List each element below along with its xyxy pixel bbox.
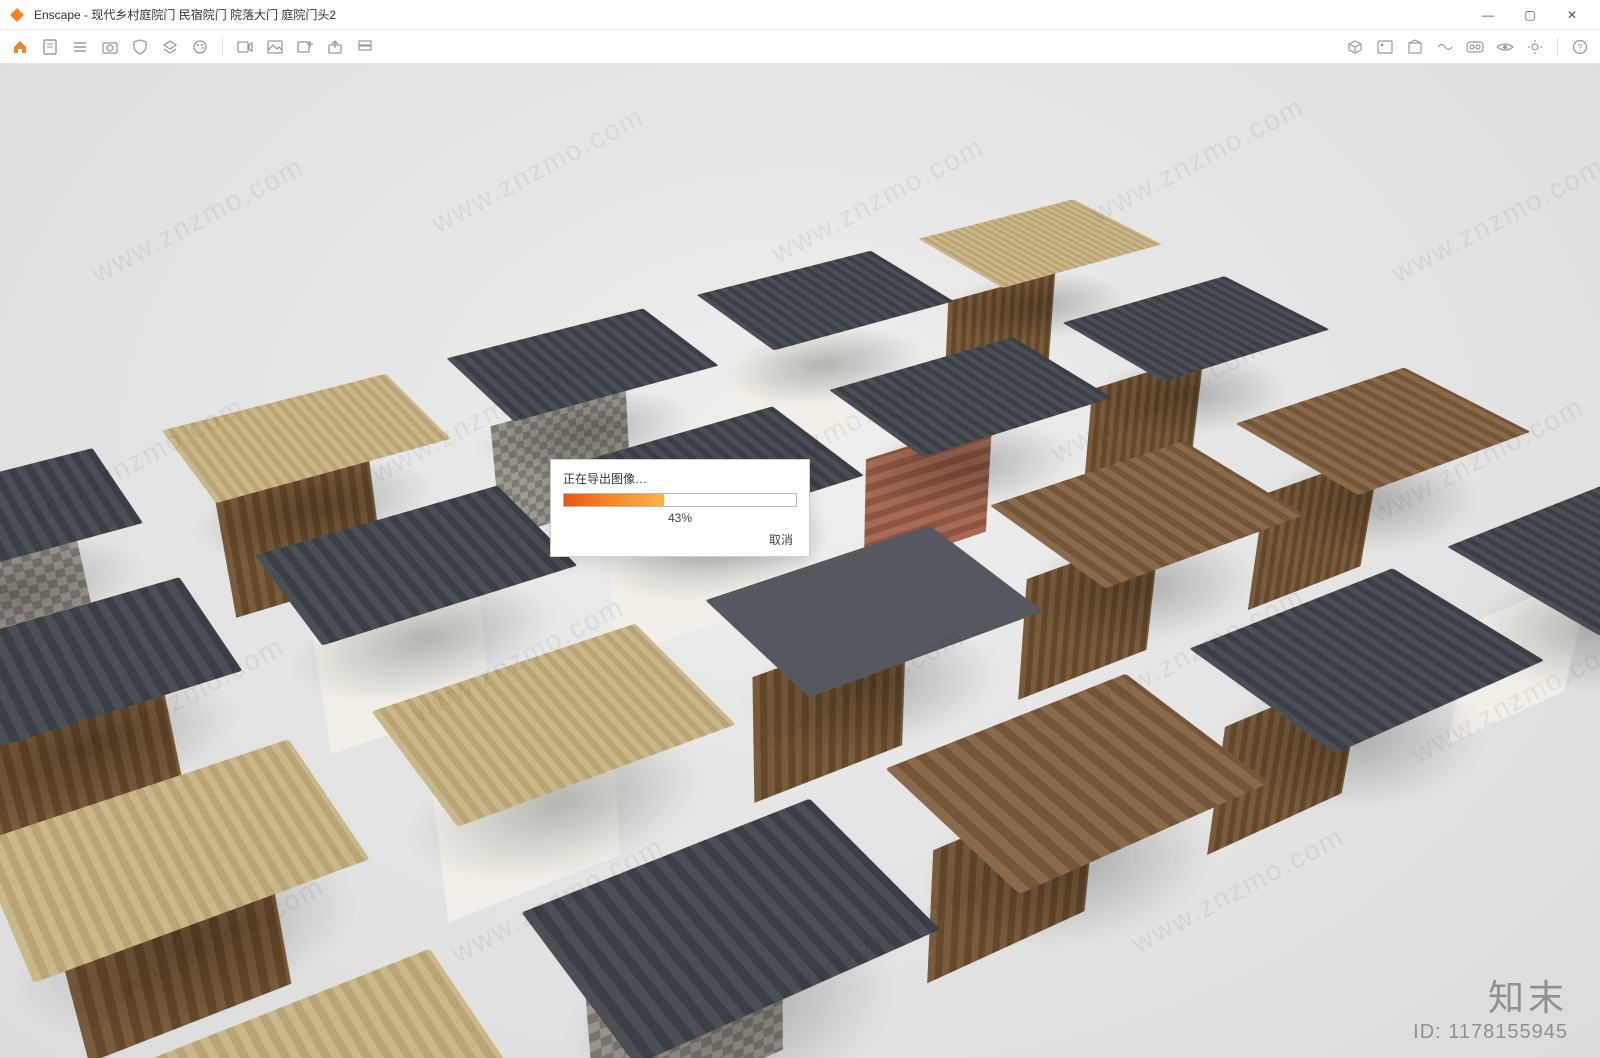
shield-icon[interactable] <box>128 35 152 59</box>
export-icon[interactable] <box>323 35 347 59</box>
document-icon[interactable] <box>38 35 62 59</box>
export-progress-dialog: 正在导出图像… 43% 取消 <box>550 459 810 557</box>
progress-bar <box>563 493 797 507</box>
eye-icon[interactable] <box>1493 35 1517 59</box>
gate-roof <box>918 199 1162 288</box>
scene-3d <box>0 64 1600 1058</box>
cancel-button[interactable]: 取消 <box>765 531 797 549</box>
close-button[interactable]: ✕ <box>1552 1 1592 29</box>
app-logo-icon <box>8 6 26 24</box>
layers-icon[interactable] <box>158 35 182 59</box>
toolbar-separator <box>222 38 223 56</box>
toolbar: ? <box>0 30 1600 64</box>
gate-roof <box>697 250 954 350</box>
progress-fill <box>564 494 664 506</box>
settings-stack-icon[interactable] <box>353 35 377 59</box>
title-bar: Enscape - 现代乡村庭院门 民宿院门 院落大门 庭院门头2 — ▢ ✕ <box>0 0 1600 30</box>
gears-icon[interactable] <box>1523 35 1547 59</box>
camera-icon[interactable] <box>98 35 122 59</box>
toolbar-left <box>8 35 1343 59</box>
help-icon[interactable]: ? <box>1568 35 1592 59</box>
dialog-title: 正在导出图像… <box>563 470 797 487</box>
box-icon[interactable] <box>1403 35 1427 59</box>
image-view-icon[interactable] <box>1373 35 1397 59</box>
render-viewport[interactable]: ︿ www.znzmo.comwww.znzmo.comwww.znzmo.co… <box>0 64 1600 1058</box>
window-controls: — ▢ ✕ <box>1468 1 1592 29</box>
cube-view-icon[interactable] <box>1343 35 1367 59</box>
toolbar-separator <box>1557 38 1558 56</box>
image-icon[interactable] <box>263 35 287 59</box>
gate-model <box>834 728 1345 1053</box>
toolbar-right: ? <box>1343 35 1592 59</box>
svg-text:?: ? <box>1577 42 1582 52</box>
vr-icon[interactable] <box>1463 35 1487 59</box>
minimize-button[interactable]: — <box>1468 1 1508 29</box>
window-title: Enscape - 现代乡村庭院门 民宿院门 院落大门 庭院门头2 <box>34 6 1468 23</box>
add-image-icon[interactable] <box>293 35 317 59</box>
maximize-button[interactable]: ▢ <box>1510 1 1550 29</box>
progress-percent: 43% <box>563 511 797 525</box>
home-icon[interactable] <box>8 35 32 59</box>
list-icon[interactable] <box>68 35 92 59</box>
wing-icon[interactable] <box>1433 35 1457 59</box>
video-icon[interactable] <box>233 35 257 59</box>
palette-icon[interactable] <box>188 35 212 59</box>
